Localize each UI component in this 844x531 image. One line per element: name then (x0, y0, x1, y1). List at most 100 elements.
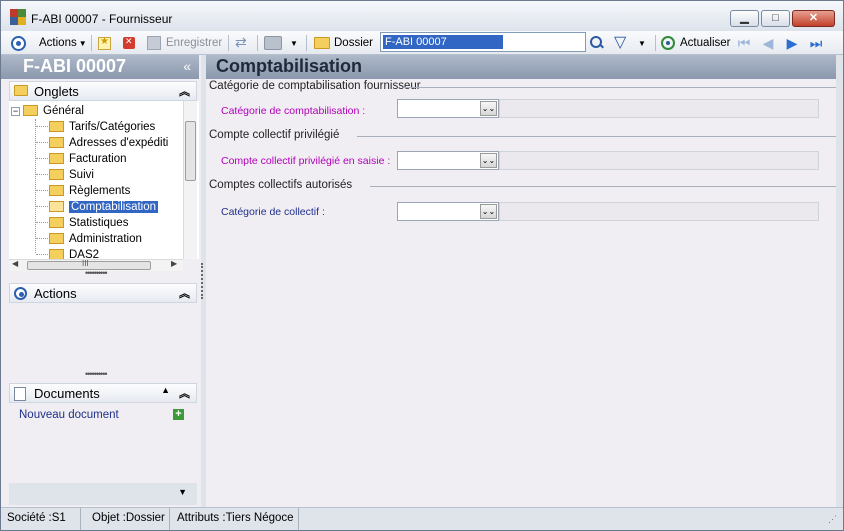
scrollbar-thumb[interactable] (185, 121, 196, 181)
dropdown-arrow-icon[interactable]: ⌄⌄ (480, 204, 497, 219)
print-dropdown-icon: ▼ (290, 38, 298, 48)
status-objet: Objet :Dossier (86, 508, 170, 530)
scrollbar-grip: III (82, 259, 89, 268)
maximize-icon: □ (772, 12, 779, 24)
expand-down-icon[interactable]: ▼ (178, 487, 187, 497)
refresh-label: Actualiser (680, 37, 731, 49)
dossier-button[interactable]: Dossier (314, 34, 373, 52)
save-button[interactable]: Enregistrer (147, 34, 222, 52)
tabs-tree: − Général Tarifs/Catégories Adresses d'e… (9, 101, 199, 259)
splitter-grip[interactable]: •••••••••• (85, 268, 107, 278)
resize-grip-icon[interactable]: ⋰ (828, 514, 837, 525)
onglets-header[interactable]: Onglets ︽ (9, 81, 197, 101)
folder-icon (14, 85, 28, 96)
window-title: F-ABI 00007 - Fournisseur (31, 12, 173, 26)
folder-icon (49, 169, 64, 180)
app-logo-icon (10, 9, 26, 25)
documents-body: Nouveau document + (9, 405, 197, 485)
left-panel-footer: ▼ (9, 483, 197, 505)
first-record-button[interactable]: ⏮ (736, 34, 752, 52)
folder-icon (49, 137, 64, 148)
splitter-grip[interactable]: •••••••••• (85, 369, 107, 379)
field-label-compte-collectif: Compte collectif privilégié en saisie : (221, 155, 391, 167)
actions-header[interactable]: Actions ︽ (9, 283, 197, 303)
new-document-link[interactable]: Nouveau document (19, 409, 119, 421)
actions-menu-button[interactable]: Actions ▼ (39, 34, 87, 52)
first-record-icon: ⏮ (737, 35, 751, 51)
filter-icon (614, 32, 630, 52)
tree-expander-icon[interactable]: − (11, 107, 20, 116)
delete-button[interactable] (123, 34, 135, 52)
search-input[interactable] (383, 35, 503, 49)
print-button[interactable]: ▼ (264, 34, 298, 52)
minimize-icon: ▁ (740, 12, 749, 24)
refresh-button[interactable]: Actualiser (661, 34, 731, 52)
target-icon (14, 287, 27, 300)
minimize-button[interactable]: ▁ (730, 10, 759, 27)
next-record-button[interactable]: ▶ (784, 34, 800, 52)
target-button[interactable] (11, 34, 26, 52)
tree-item[interactable]: Règlements (49, 183, 130, 198)
record-code: F-ABI 00007 (23, 56, 127, 76)
categorie-comptabilisation-description (499, 99, 819, 118)
toolbar: Actions▼ Enregistrer ▼ Dossier ▼ Actuali… (1, 31, 843, 55)
documents-header[interactable]: Documents ▲ ︽ (9, 383, 197, 403)
print-icon (264, 36, 282, 50)
search-button[interactable] (589, 34, 605, 52)
collapse-panel-icon[interactable]: « (183, 58, 191, 74)
tree-item[interactable]: DAS2 (49, 247, 99, 259)
field-label-categorie-comptabilisation: Catégorie de comptabilisation : (221, 105, 366, 117)
dropdown-arrow-icon: ▼ (78, 38, 87, 48)
filter-button[interactable]: ▼ (614, 32, 646, 52)
search-field[interactable] (380, 32, 586, 52)
status-bar: Société :S1 Objet :Dossier Attributs :Ti… (1, 507, 843, 530)
tree-vertical-scrollbar[interactable] (183, 101, 197, 259)
sync-button[interactable] (234, 34, 250, 52)
folder-icon (314, 37, 330, 49)
main-content: Comptabilisation Catégorie de comptabili… (206, 55, 836, 507)
add-document-icon[interactable]: + (173, 409, 184, 420)
left-panel: F-ABI 00007 « Onglets ︽ − Général Tarifs… (1, 55, 201, 507)
delete-icon (123, 36, 135, 49)
save-label: Enregistrer (166, 37, 223, 49)
dropdown-arrow-icon[interactable]: ⌄⌄ (480, 101, 497, 116)
compte-collectif-select[interactable]: ⌄⌄ (397, 151, 499, 170)
tree-item[interactable]: Tarifs/Catégories (49, 119, 155, 134)
filter-dropdown-icon: ▼ (638, 38, 646, 48)
previous-record-button[interactable]: ◀ (760, 34, 776, 52)
section-title-compte-collectif: Compte collectif privilégié (209, 129, 340, 141)
tree-item[interactable]: Administration (49, 231, 142, 246)
compte-collectif-description (499, 151, 819, 170)
maximize-button[interactable]: □ (761, 10, 790, 27)
collapse-onglets-icon[interactable]: ︽ (179, 83, 190, 99)
tree-item[interactable]: Adresses d'expéditi (49, 135, 168, 150)
scroll-right-icon[interactable]: ▶ (171, 259, 177, 268)
close-button[interactable]: ✕ (792, 10, 835, 27)
refresh-icon (661, 36, 675, 50)
new-icon (98, 36, 111, 50)
tree-item[interactable]: Facturation (49, 151, 127, 166)
field-label-categorie-collectif: Catégorie de collectif : (221, 206, 325, 218)
close-icon: ✕ (808, 12, 819, 24)
folder-icon (49, 233, 64, 244)
collapse-documents-icon[interactable]: ︽ (179, 385, 190, 401)
categorie-collectif-select[interactable]: ⌄⌄ (397, 202, 499, 221)
tree-item-selected[interactable]: Comptabilisation (49, 199, 159, 214)
title-bar: F-ABI 00007 - Fournisseur ▁ □ ✕ (1, 1, 843, 31)
collapse-actions-icon[interactable]: ︽ (179, 285, 190, 301)
tree-item[interactable]: Statistiques (49, 215, 128, 230)
folder-icon (23, 105, 38, 116)
tree-item[interactable]: Suivi (49, 167, 94, 182)
dropdown-arrow-icon[interactable]: ⌄⌄ (480, 153, 497, 168)
last-record-button[interactable]: ⏭ (808, 34, 824, 52)
categorie-comptabilisation-select[interactable]: ⌄⌄ (397, 99, 499, 118)
scroll-left-icon[interactable]: ◀ (12, 259, 18, 268)
record-header: F-ABI 00007 « (1, 55, 199, 79)
new-button[interactable] (98, 34, 111, 52)
actions-menu-label: Actions (39, 37, 77, 49)
app-window: F-ABI 00007 - Fournisseur ▁ □ ✕ Actions ▼… (0, 0, 844, 531)
folder-icon (49, 121, 64, 132)
move-up-icon[interactable]: ▲ (161, 385, 170, 395)
tree-item-general[interactable]: Général (23, 103, 84, 118)
section-title-categorie: Catégorie de comptabilisation fournisseu… (209, 80, 421, 92)
